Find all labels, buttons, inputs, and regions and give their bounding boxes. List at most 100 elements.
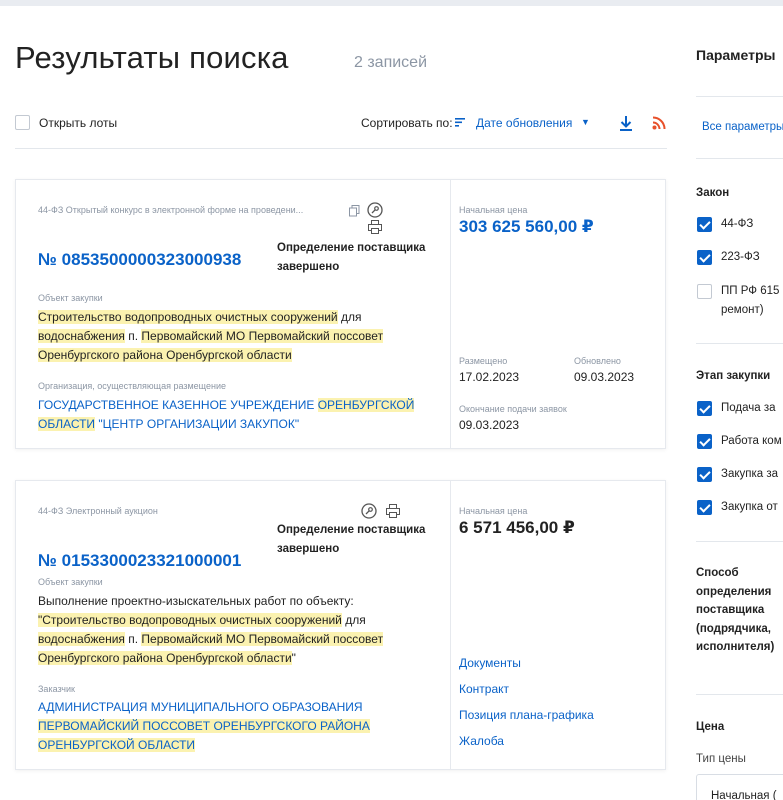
price-section-title: Цена [696, 721, 725, 733]
object-label: Объект закупки [38, 293, 103, 303]
stage-section-title: Этап закупки [696, 370, 771, 382]
law-type: 44-ФЗ Открытый конкурс в электронной фор… [38, 205, 304, 215]
text-run: п. [124, 329, 142, 343]
open-lots-checkbox[interactable] [15, 115, 30, 130]
key-icon[interactable] [367, 202, 383, 218]
text-run: "ЦЕНТР ОРГАНИЗАЦИИ ЗАКУПОК" [95, 417, 300, 431]
price-label: Начальная цена [459, 506, 528, 516]
method-title-line: исполнителя) [696, 641, 775, 653]
text-run: для [337, 310, 362, 324]
text-run: Выполнение проектно-изыскательных работ … [38, 594, 354, 608]
result-card-main: 44-ФЗ Открытый конкурс в электронной фор… [16, 180, 450, 448]
updated-label: Обновлено [574, 356, 621, 366]
law-type: 44-ФЗ Электронный аукцион [38, 506, 158, 516]
text-run: ГОСУДАРСТВЕННОЕ КАЗЕННОЕ УЧРЕЖДЕНИЕ [38, 398, 318, 412]
sort-dropdown[interactable]: Дате обновления [476, 116, 572, 130]
customer-link[interactable]: АДМИНИСТРАЦИЯ МУНИЦИПАЛЬНОГО ОБРАЗОВАНИЯ… [38, 698, 418, 755]
sort-lines-icon [455, 116, 465, 128]
complaint-link[interactable]: Жалоба [459, 734, 504, 748]
all-params-link[interactable]: Все параметры [702, 121, 783, 133]
stage-completed-checkbox[interactable] [697, 467, 712, 482]
rss-icon[interactable] [652, 116, 666, 130]
pp-615-label[interactable]: ПП РФ 615 [721, 282, 779, 301]
search-highlight: водоснабжения [38, 632, 125, 646]
result-card: 44-ФЗ Открытый конкурс в электронной фор… [15, 179, 666, 449]
sort-label: Сортировать по: [361, 116, 453, 130]
law-44-checkbox[interactable] [697, 217, 712, 232]
stage-commission-label[interactable]: Работа ком [721, 432, 782, 451]
stage-cancelled-label[interactable]: Закупка от [721, 498, 778, 517]
sidebar-title: Параметры [696, 47, 776, 63]
result-card: 44-ФЗ Электронный аукцион № 015330002332… [15, 480, 666, 770]
placed-date: 17.02.2023 [459, 370, 520, 384]
filters-sidebar: Параметры Все параметры Закон 44-ФЗ 223-… [680, 0, 783, 800]
page-title: Результаты поиска [15, 40, 289, 75]
org-label: Организация, осуществляющая размещение [38, 381, 226, 391]
text-run: для [341, 613, 366, 627]
download-icon[interactable] [618, 114, 634, 132]
plan-position-link[interactable]: Позиция плана-графика [459, 708, 594, 722]
result-card-main: 44-ФЗ Электронный аукцион № 015330002332… [16, 481, 450, 769]
method-title-line: поставщика [696, 604, 765, 616]
results-toolbar: Открыть лоты Сортировать по: Дате обновл… [15, 114, 667, 134]
key-icon[interactable] [361, 503, 377, 519]
sidebar-divider [696, 158, 783, 159]
sidebar-divider [696, 694, 783, 695]
sidebar-divider [696, 343, 783, 344]
method-section-title: Способ определения поставщика (подрядчик… [696, 564, 774, 657]
law-223-checkbox[interactable] [697, 250, 712, 265]
price-value: 303 625 560,00 ₽ [459, 217, 594, 236]
updated-date: 09.03.2023 [574, 370, 635, 384]
law-223-label[interactable]: 223-ФЗ [721, 248, 760, 267]
open-lots-label[interactable]: Открыть лоты [39, 116, 117, 130]
deadline-label: Окончание подачи заявок [459, 404, 567, 414]
result-card-side: Начальная цена 303 625 560,00 ₽ Размещен… [450, 180, 667, 448]
placed-label: Размещено [459, 356, 508, 366]
registry-number-link[interactable]: № 0153300023321000001 [38, 551, 241, 571]
law-44-label[interactable]: 44-ФЗ [721, 215, 753, 234]
stage-submission-label[interactable]: Подача за [721, 399, 776, 418]
price-type-label: Тип цены [696, 753, 746, 765]
status-text: Определение поставщика завершено [277, 242, 426, 273]
contract-link[interactable]: Контракт [459, 682, 509, 696]
toolbar-divider [15, 148, 667, 149]
sidebar-divider [696, 96, 783, 97]
sidebar-divider [696, 541, 783, 542]
result-card-side: Начальная цена 6 571 456,00 ₽ Документы … [450, 481, 667, 769]
chevron-down-icon[interactable]: ▼ [581, 117, 590, 127]
object-text: Строительство водопроводных очистных соо… [38, 308, 438, 365]
status-text: Определение поставщика завершено [277, 524, 426, 555]
search-highlight: "Строительство водопроводных очистных со… [38, 613, 342, 627]
documents-link[interactable]: Документы [459, 656, 521, 670]
print-icon[interactable] [368, 220, 382, 234]
stage-submission-checkbox[interactable] [697, 401, 712, 416]
stage-completed-label[interactable]: Закупка за [721, 465, 778, 484]
deadline-date: 09.03.2023 [459, 418, 520, 432]
text-run: АДМИНИСТРАЦИЯ МУНИЦИПАЛЬНОГО ОБРАЗОВАНИЯ [38, 700, 363, 714]
method-title-line: (подрядчика, [696, 622, 771, 635]
registry-number-link[interactable]: № 0853500000323000938 [38, 250, 241, 270]
text-run: " [291, 651, 296, 665]
pp-615-checkbox[interactable] [697, 284, 712, 299]
stage-cancelled-checkbox[interactable] [697, 500, 712, 515]
print-icon[interactable] [386, 504, 400, 518]
object-label: Объект закупки [38, 577, 103, 587]
method-title-line: определения [696, 585, 772, 598]
search-highlight: Строительство водопроводных очистных соо… [38, 310, 338, 324]
copy-icon[interactable] [349, 205, 360, 217]
method-title-line: Способ [696, 567, 739, 579]
price-value: 6 571 456,00 ₽ [459, 518, 575, 537]
object-text: Выполнение проектно-изыскательных работ … [38, 592, 438, 668]
text-run: п. [124, 632, 142, 646]
search-highlight: водоснабжения [38, 329, 125, 343]
price-label: Начальная цена [459, 205, 528, 215]
stage-commission-checkbox[interactable] [697, 434, 712, 449]
results-count: 2 записей [354, 54, 428, 71]
top-strip [0, 0, 783, 6]
org-link[interactable]: ГОСУДАРСТВЕННОЕ КАЗЕННОЕ УЧРЕЖДЕНИЕ ОРЕН… [38, 396, 438, 434]
price-type-value[interactable]: Начальная ( [711, 790, 777, 800]
pp-615-label-line2[interactable]: ремонт) [721, 301, 764, 320]
search-highlight: ПЕРВОМАЙСКИЙ ПОССОВЕТ ОРЕНБУРГСКОГО РАЙО… [38, 719, 370, 752]
customer-label: Заказчик [38, 684, 75, 694]
law-section-title: Закон [696, 187, 730, 199]
